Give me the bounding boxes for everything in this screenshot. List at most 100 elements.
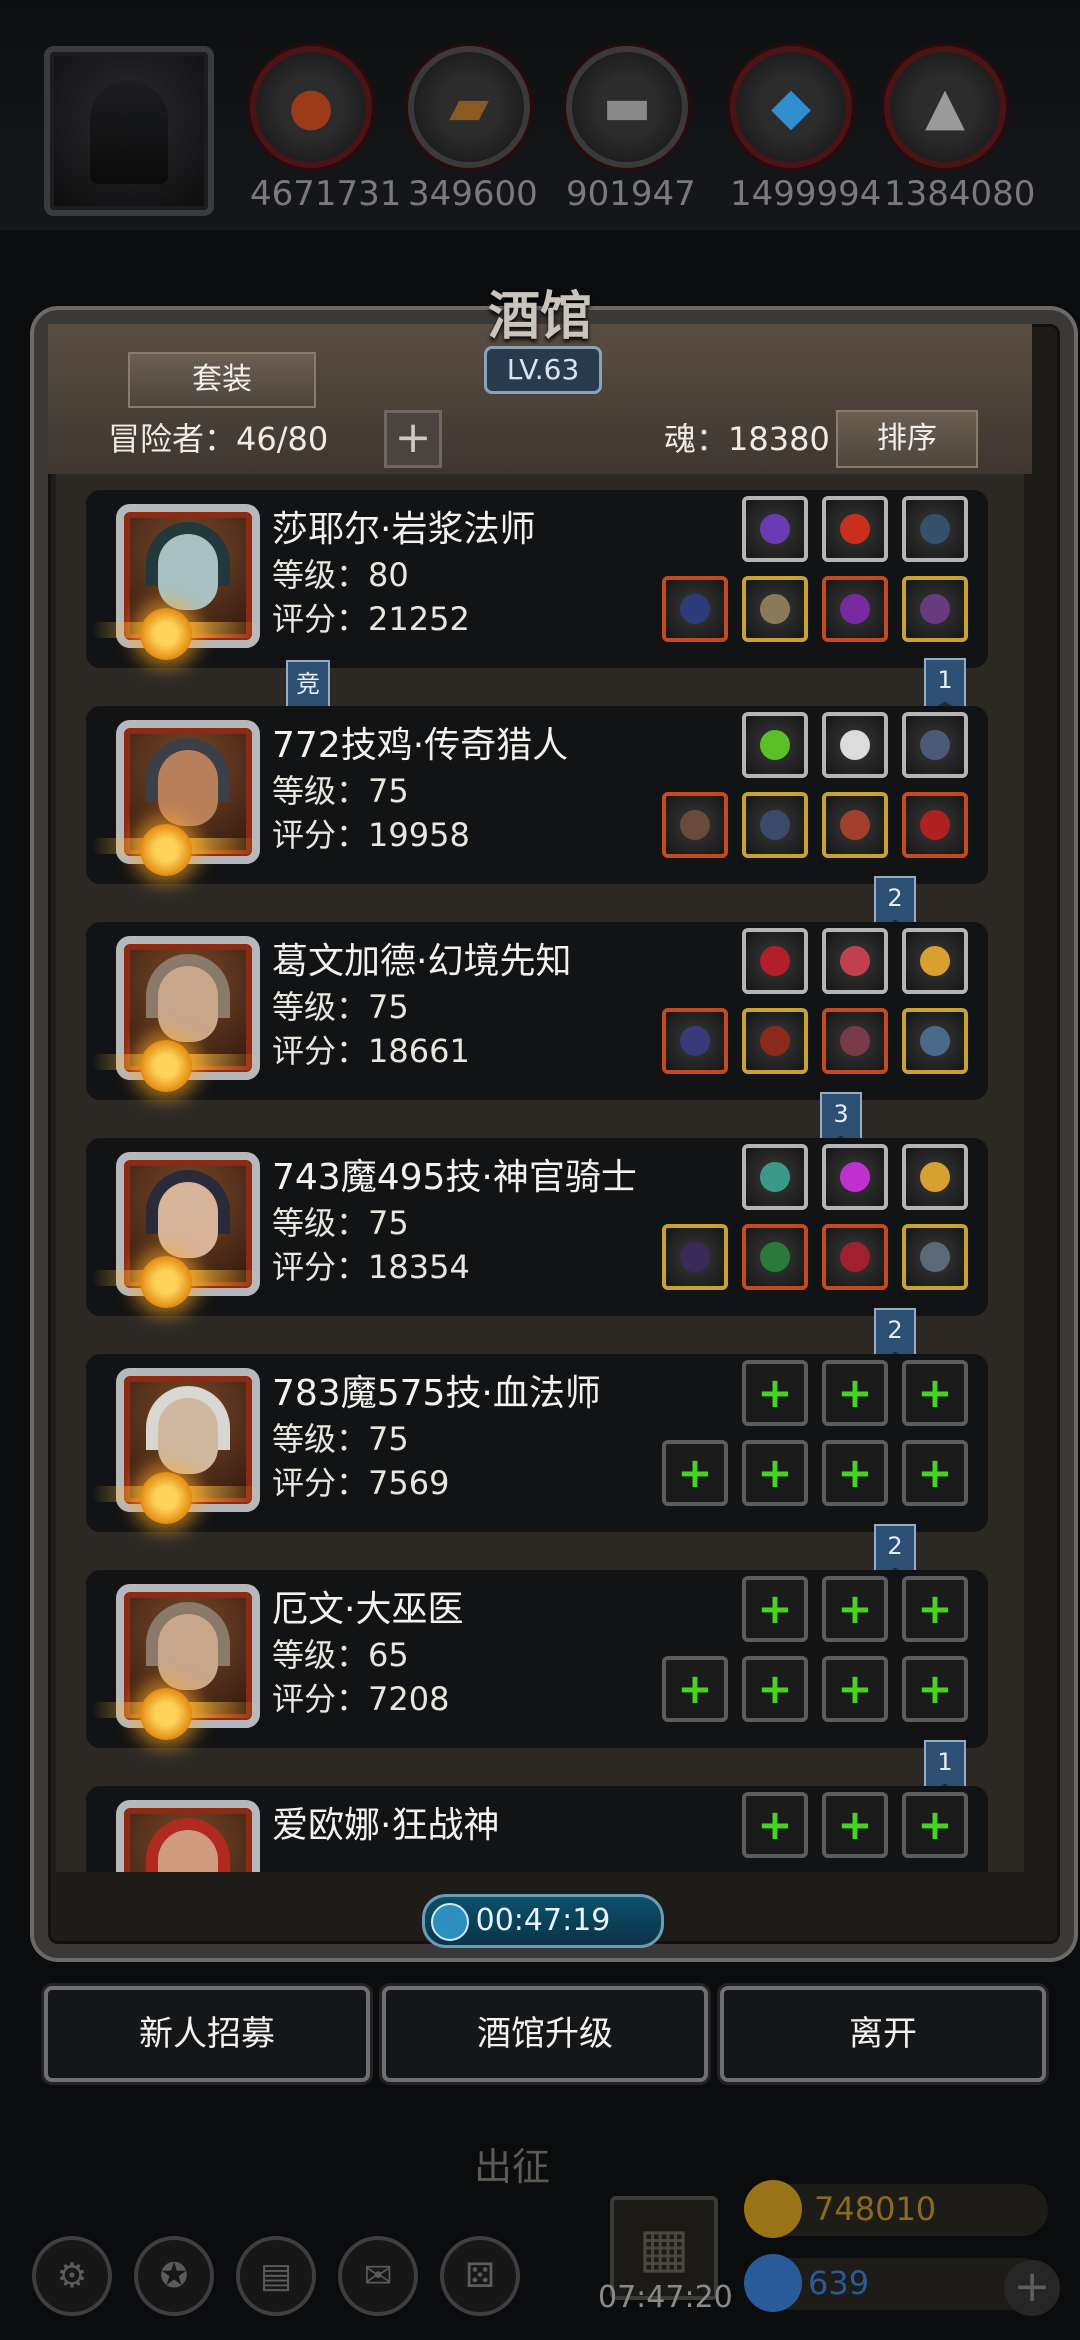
hero-name: 厄文·大巫医 <box>272 1589 464 1630</box>
equip-slot[interactable] <box>742 1008 808 1074</box>
settings-icon[interactable]: ⚙ <box>32 2236 112 2316</box>
hero-card[interactable]: 葛文加德·幻境先知 等级：75 评分：18661 <box>86 922 988 1100</box>
empty-equip-slot[interactable]: + <box>822 1792 888 1858</box>
equip-slot[interactable] <box>662 792 728 858</box>
empty-equip-slot[interactable]: + <box>902 1792 968 1858</box>
add-icon: + <box>917 1368 953 1417</box>
add-icon: + <box>917 1584 953 1633</box>
expedition-label[interactable]: 出征 <box>474 2136 550 2191</box>
sort-button[interactable]: 排序 <box>836 410 978 468</box>
equip-slot[interactable] <box>822 496 888 562</box>
equip-slot[interactable] <box>662 1008 728 1074</box>
hero-card[interactable]: 厄文·大巫医 等级：65 评分：7208 + + + + + + + <box>86 1570 988 1748</box>
empty-equip-slot[interactable]: + <box>902 1360 968 1426</box>
equip-slot[interactable] <box>822 712 888 778</box>
clock-icon <box>431 1903 469 1941</box>
empty-equip-slot[interactable]: + <box>742 1440 808 1506</box>
equip-slot[interactable] <box>902 1224 968 1290</box>
equip-slot[interactable] <box>822 1224 888 1290</box>
hero-card[interactable]: 783魔575技·血法师 等级：75 评分：7569 + + + + + + + <box>86 1354 988 1532</box>
empty-equip-slot[interactable]: + <box>902 1576 968 1642</box>
add-icon: + <box>757 1368 793 1417</box>
star-emblem-icon <box>140 1688 192 1740</box>
equip-slot[interactable] <box>902 576 968 642</box>
hero-score: 评分：19958 <box>272 816 470 854</box>
hero-name: 783魔575技·血法师 <box>272 1373 601 1414</box>
equip-slot[interactable] <box>742 576 808 642</box>
empty-equip-slot[interactable]: + <box>662 1440 728 1506</box>
expand-capacity-button[interactable]: + <box>384 410 442 468</box>
recruit-button[interactable]: 新人招募 <box>44 1986 370 2082</box>
pendant-icon <box>920 1026 950 1056</box>
equip-slot[interactable] <box>742 792 808 858</box>
feather-icon <box>840 730 870 760</box>
equip-slot[interactable] <box>742 1224 808 1290</box>
hooded-figure-icon <box>90 80 168 184</box>
star-emblem-icon <box>140 824 192 876</box>
add-icon: + <box>917 1800 953 1849</box>
upgrade-tavern-button[interactable]: 酒馆升级 <box>382 1986 708 2082</box>
equip-slot[interactable] <box>902 928 968 994</box>
coral-icon <box>840 946 870 976</box>
equip-slot[interactable] <box>822 792 888 858</box>
resource-stone[interactable]: ▲ 1384080 <box>884 46 1035 214</box>
crystal-icon: ◆ <box>730 46 852 168</box>
add-icon: + <box>837 1448 873 1497</box>
hero-portrait <box>116 1800 260 1872</box>
empty-equip-slot[interactable]: + <box>742 1656 808 1722</box>
star-emblem-icon <box>140 608 192 660</box>
add-icon: + <box>677 1448 713 1497</box>
empty-equip-slot[interactable]: + <box>822 1656 888 1722</box>
hero-card[interactable]: 772技鸡·传奇猎人 等级：75 评分：19958 <box>86 706 988 884</box>
equip-slot[interactable] <box>902 712 968 778</box>
player-avatar[interactable] <box>44 46 214 216</box>
hero-name: 772技鸡·传奇猎人 <box>272 725 569 766</box>
dice-icon[interactable]: ⚄ <box>440 2236 520 2316</box>
resource-iron[interactable]: ▬ 901947 <box>566 46 696 214</box>
empty-equip-slot[interactable]: + <box>822 1576 888 1642</box>
equip-slot[interactable] <box>822 928 888 994</box>
hero-card[interactable]: 莎耶尔·岩浆法师 等级：80 评分：21252 <box>86 490 988 668</box>
hero-level: 等级：75 <box>272 1204 409 1242</box>
resource-meat[interactable]: ● 4671731 <box>250 46 401 214</box>
empty-equip-slot[interactable]: + <box>902 1440 968 1506</box>
resource-wood[interactable]: ▰ 349600 <box>408 46 538 214</box>
equip-slot[interactable] <box>742 1144 808 1210</box>
equip-slot[interactable] <box>822 1008 888 1074</box>
shop-icon[interactable]: ▤ <box>236 2236 316 2316</box>
resource-crystal[interactable]: ◆ 1499994 <box>730 46 881 214</box>
equip-slot[interactable] <box>662 576 728 642</box>
equip-slot[interactable] <box>662 1224 728 1290</box>
empty-equip-slot[interactable]: + <box>822 1440 888 1506</box>
empty-equip-slot[interactable]: + <box>742 1360 808 1426</box>
leave-button[interactable]: 离开 <box>720 1986 1046 2082</box>
hero-name: 葛文加德·幻境先知 <box>272 941 572 982</box>
hero-card[interactable]: 743魔495技·神官骑士 等级：75 评分：18354 <box>86 1138 988 1316</box>
empty-equip-slot[interactable]: + <box>742 1792 808 1858</box>
timer-text: 00:47:19 <box>475 1903 611 1938</box>
equip-slot[interactable] <box>822 576 888 642</box>
equip-slot[interactable] <box>902 1008 968 1074</box>
hero-card[interactable]: 爱欧娜·狂战神 + + + <box>86 1786 988 1872</box>
equip-slot[interactable] <box>742 712 808 778</box>
add-icon: + <box>837 1664 873 1713</box>
add-icon: + <box>917 1448 953 1497</box>
empty-equip-slot[interactable]: + <box>902 1656 968 1722</box>
equip-slot[interactable] <box>742 496 808 562</box>
equip-slot[interactable] <box>822 1144 888 1210</box>
empty-equip-slot[interactable]: + <box>742 1576 808 1642</box>
armor-icon <box>760 1026 790 1056</box>
staff-icon <box>680 594 710 624</box>
empty-equip-slot[interactable]: + <box>822 1360 888 1426</box>
add-gem-button[interactable]: + <box>1004 2260 1060 2316</box>
mail-icon[interactable]: ✉ <box>338 2236 418 2316</box>
equip-slot[interactable] <box>902 792 968 858</box>
equip-slot[interactable] <box>742 928 808 994</box>
empty-equip-slot[interactable]: + <box>662 1656 728 1722</box>
equip-slot[interactable] <box>902 496 968 562</box>
panel-title: 酒馆 <box>487 287 592 347</box>
hero-list[interactable]: 莎耶尔·岩浆法师 等级：80 评分：21252 竞 1 772技鸡·传奇猎人 等… <box>56 474 1024 1872</box>
suit-button[interactable]: 套装 <box>128 352 316 408</box>
star-icon[interactable]: ✪ <box>134 2236 214 2316</box>
equip-slot[interactable] <box>902 1144 968 1210</box>
